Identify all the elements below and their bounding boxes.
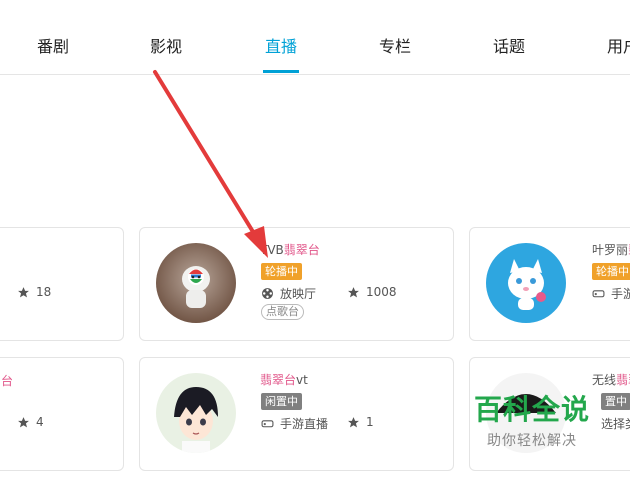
watermark-logo: 百科全说 助你轻松解决 [473,393,590,449]
